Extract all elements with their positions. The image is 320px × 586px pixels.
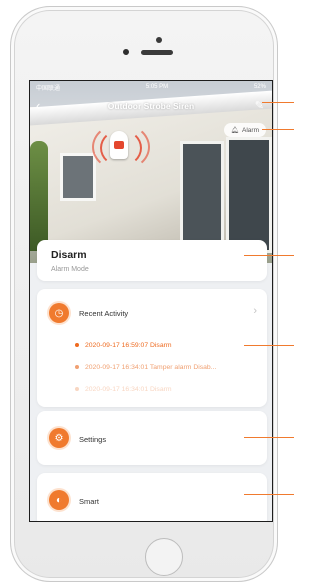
nav-bar: ‹ Outdoor Strobe Siren ✎	[30, 95, 272, 117]
alarm-label: Alarm	[242, 126, 259, 134]
earpiece-speaker	[141, 50, 173, 55]
bullet-icon	[75, 387, 79, 392]
bullet-icon	[75, 365, 79, 370]
activity-text: 2020-09-17 16:34:01 Tamper alarm Disab..…	[85, 364, 217, 371]
status-bar: 中国联通 5:05 PM 52%	[30, 81, 272, 93]
alarm-button[interactable]: 🔔︎ Alarm	[223, 123, 266, 137]
carrier-text: 中国联通	[36, 85, 61, 92]
bell-icon: 🔔︎	[230, 127, 240, 134]
alarm-mode-card[interactable]: Disarm Alarm Mode	[37, 240, 267, 281]
siren-icon	[110, 131, 128, 159]
bullet-icon	[75, 343, 79, 348]
page-title: Outdoor Strobe Siren	[107, 101, 195, 111]
home-button[interactable]	[145, 538, 183, 576]
settings-label: Settings	[79, 435, 107, 444]
settings-card[interactable]: ⚙ Settings	[37, 411, 267, 465]
activity-item: 2020-09-17 16:59:07 Disarm	[75, 335, 261, 357]
callout-line	[244, 437, 294, 438]
edit-icon[interactable]: ✎	[255, 99, 264, 112]
activity-list: 2020-09-17 16:59:07 Disarm 2020-09-17 16:…	[75, 335, 261, 401]
activity-item: 2020-09-17 16:34:01 Tamper alarm Disab..…	[75, 357, 261, 379]
callout-line	[244, 345, 294, 346]
activity-item: 2020-09-17 16:34:01 Disarm	[75, 379, 261, 401]
callout-line	[244, 494, 294, 495]
mode-value: Disarm	[51, 249, 87, 261]
mode-label: Alarm Mode	[51, 266, 89, 273]
callout-line	[262, 102, 294, 103]
battery-text: 52%	[253, 84, 266, 90]
front-sensor	[156, 37, 162, 43]
smart-label: Smart	[79, 497, 100, 506]
toggle-icon: ◐	[49, 490, 69, 510]
recent-activity-card[interactable]: ◷ Recent Activity › 2020-09-17 16:59:07 …	[37, 289, 267, 407]
front-camera	[123, 49, 129, 55]
recent-activity-title: Recent Activity	[79, 309, 129, 318]
clock-text: 5:05 PM	[145, 84, 169, 90]
smart-card[interactable]: ◐ Smart	[37, 473, 267, 521]
activity-text: 2020-09-17 16:59:07 Disarm	[85, 342, 172, 349]
gear-icon: ⚙	[49, 428, 69, 448]
callout-line	[244, 255, 294, 256]
app-screen: 中国联通 5:05 PM 52% ‹ Outdoor Strobe Siren …	[29, 80, 273, 522]
clock-icon: ◷	[49, 303, 69, 323]
activity-text: 2020-09-17 16:34:01 Disarm	[85, 386, 172, 393]
chevron-right-icon[interactable]: ›	[253, 305, 257, 317]
back-icon[interactable]: ‹	[36, 98, 40, 113]
callout-line	[262, 129, 294, 130]
